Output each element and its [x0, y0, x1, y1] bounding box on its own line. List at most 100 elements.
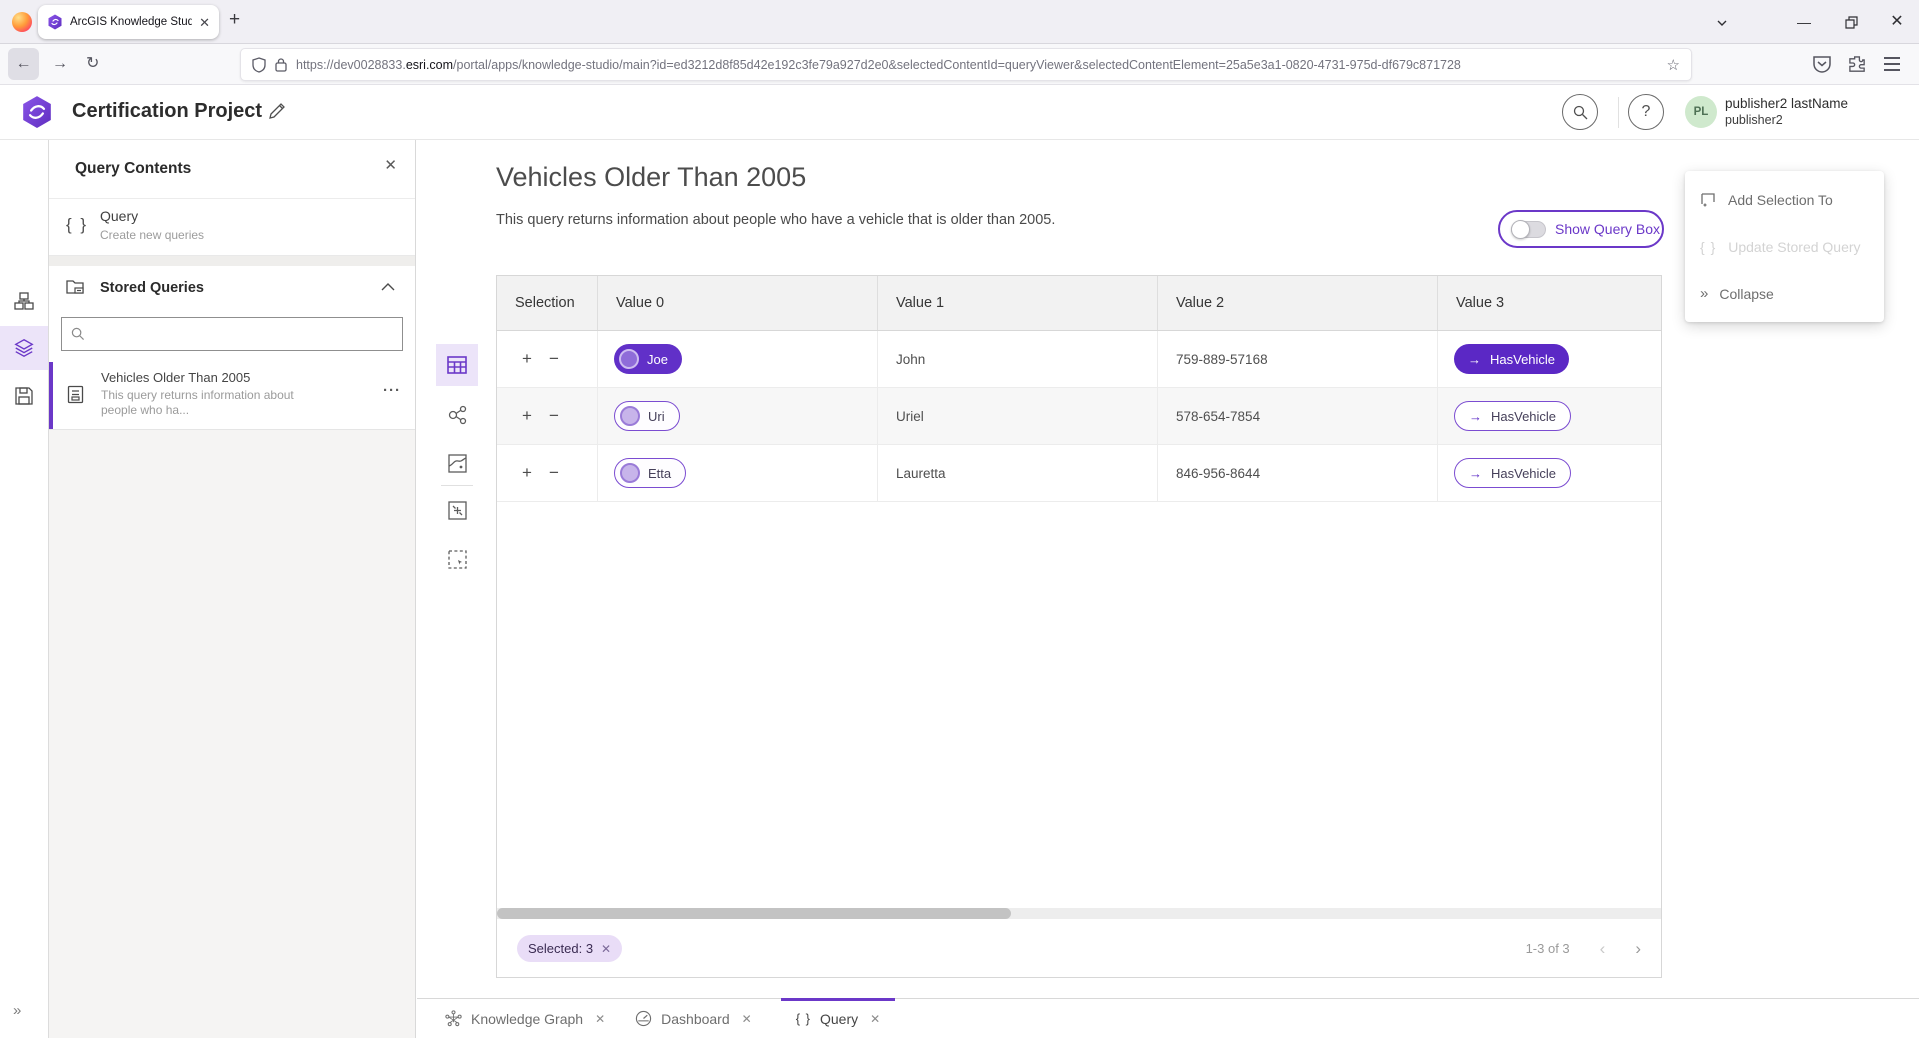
- relationship-pill[interactable]: →HasVehicle: [1454, 401, 1571, 431]
- table-row[interactable]: +− Joe John 759-889-57168 →HasVehicle: [497, 331, 1661, 388]
- hamburger-menu-icon[interactable]: [1884, 57, 1900, 71]
- query-view-title: Vehicles Older Than 2005: [496, 162, 806, 193]
- stored-queries-title: Stored Queries: [100, 280, 204, 296]
- stored-queries-search[interactable]: [61, 317, 403, 351]
- braces-icon: { }: [796, 1011, 811, 1026]
- rail-save-button[interactable]: [0, 374, 48, 418]
- column-header[interactable]: Value 2: [1158, 276, 1438, 330]
- tab-knowledge-graph[interactable]: Knowledge Graph ✕: [430, 999, 620, 1038]
- previous-page-chevron[interactable]: ‹: [1600, 939, 1606, 959]
- column-header[interactable]: Value 1: [878, 276, 1158, 330]
- reload-button[interactable]: ↻: [86, 52, 99, 76]
- tab-query[interactable]: { } Query ✕: [781, 999, 895, 1038]
- shield-icon[interactable]: [252, 57, 266, 73]
- tab-dashboard[interactable]: Dashboard ✕: [620, 999, 767, 1038]
- window-restore-button[interactable]: [1841, 13, 1861, 29]
- menu-item-collapse[interactable]: » Collapse: [1685, 270, 1884, 317]
- extensions-puzzle-icon[interactable]: [1848, 55, 1867, 74]
- avatar[interactable]: PL: [1685, 96, 1717, 128]
- user-name: publisher2 lastName: [1725, 95, 1848, 112]
- rail-contents-button[interactable]: [0, 326, 48, 370]
- query-item-subtitle: Create new queries: [100, 228, 204, 242]
- entity-pill[interactable]: Etta: [614, 458, 686, 488]
- horizontal-scrollbar[interactable]: [497, 908, 1661, 919]
- table-cell[interactable]: Uriel: [878, 388, 1158, 444]
- map-view-button[interactable]: [436, 442, 478, 484]
- firefox-icon[interactable]: [12, 12, 32, 32]
- link-chart-button[interactable]: [436, 394, 478, 436]
- browser-tab[interactable]: ArcGIS Knowledge Studio ✕: [38, 5, 219, 39]
- window-minimize-button[interactable]: —: [1794, 13, 1814, 31]
- help-button[interactable]: ?: [1628, 94, 1664, 130]
- selection-tool-button[interactable]: [436, 538, 478, 580]
- menu-item-update-stored-query[interactable]: { } Update Stored Query: [1685, 223, 1884, 270]
- remove-selection-icon[interactable]: −: [549, 406, 559, 426]
- add-to-map-icon: [448, 501, 467, 520]
- entity-pill[interactable]: Uri: [614, 401, 680, 431]
- edit-pencil-icon[interactable]: [268, 102, 286, 120]
- stored-query-item[interactable]: Vehicles Older Than 2005 This query retu…: [49, 362, 415, 429]
- item-options-ellipsis-icon[interactable]: ···: [383, 382, 401, 399]
- collapse-chevron-up-icon[interactable]: [381, 282, 395, 291]
- table-view-button[interactable]: [436, 344, 478, 386]
- tab-close-icon[interactable]: ✕: [595, 1013, 605, 1025]
- tab-close-icon[interactable]: ✕: [742, 1013, 752, 1025]
- remove-selection-icon[interactable]: −: [549, 349, 559, 369]
- relationship-pill[interactable]: →HasVehicle: [1454, 344, 1569, 374]
- search-button[interactable]: [1562, 94, 1598, 130]
- dashed-selection-icon: [448, 550, 467, 569]
- table-cell[interactable]: John: [878, 331, 1158, 387]
- expand-panel-chevrons[interactable]: »: [13, 1002, 20, 1019]
- entity-pill[interactable]: Joe: [614, 344, 682, 374]
- back-button[interactable]: ←: [8, 48, 39, 80]
- column-header[interactable]: Value 3: [1438, 276, 1661, 330]
- map-icon: [448, 454, 467, 473]
- panel-close-icon[interactable]: ✕: [384, 158, 397, 173]
- new-tab-button[interactable]: +: [229, 9, 240, 31]
- add-selection-to-icon: [1700, 192, 1716, 208]
- next-page-chevron[interactable]: ›: [1635, 939, 1641, 959]
- table-cell[interactable]: 578-654-7854: [1158, 388, 1438, 444]
- show-query-box-toggle[interactable]: Show Query Box: [1498, 210, 1664, 248]
- menu-item-add-selection-to[interactable]: Add Selection To: [1685, 176, 1884, 223]
- remove-selection-icon[interactable]: −: [549, 463, 559, 483]
- query-view-description: This query returns information about peo…: [496, 212, 1055, 228]
- add-selection-icon[interactable]: +: [522, 463, 532, 483]
- user-username: publisher2: [1725, 112, 1783, 129]
- clear-selection-icon[interactable]: ✕: [601, 943, 611, 955]
- column-header[interactable]: Selection: [497, 276, 598, 330]
- table-row[interactable]: +− Etta Lauretta 846-956-8644 →HasVehicl…: [497, 445, 1661, 502]
- tab-list-chevron-icon[interactable]: [1712, 13, 1732, 30]
- relationship-pill[interactable]: →HasVehicle: [1454, 458, 1571, 488]
- url-bar[interactable]: https://dev0028833.esri.com/portal/apps/…: [240, 48, 1692, 81]
- stored-queries-folder-icon: [66, 278, 86, 296]
- rail-data-model-button[interactable]: [0, 279, 48, 323]
- lock-icon[interactable]: [275, 57, 287, 72]
- layers-icon: [13, 337, 35, 359]
- selected-count-chip[interactable]: Selected: 3✕: [517, 935, 622, 962]
- add-to-map-button[interactable]: [436, 489, 478, 531]
- table-cell[interactable]: 759-889-57168: [1158, 331, 1438, 387]
- column-header[interactable]: Value 0: [598, 276, 878, 330]
- table-row[interactable]: +− Uri Uriel 578-654-7854 →HasVehicle: [497, 388, 1661, 445]
- url-text: https://dev0028833.esri.com/portal/apps/…: [296, 58, 1658, 72]
- tab-close-icon[interactable]: ✕: [870, 1013, 880, 1025]
- query-list-item[interactable]: { } Query Create new queries: [49, 199, 415, 256]
- context-menu: Add Selection To { } Update Stored Query…: [1685, 171, 1884, 322]
- toggle-switch[interactable]: [1511, 221, 1546, 238]
- window-close-button[interactable]: ✕: [1887, 13, 1907, 31]
- knowledge-graph-icon: [445, 1010, 462, 1027]
- add-selection-icon[interactable]: +: [522, 349, 532, 369]
- stored-queries-search-input[interactable]: [92, 327, 393, 342]
- pocket-icon[interactable]: [1812, 55, 1832, 74]
- bookmark-star-icon[interactable]: ☆: [1667, 56, 1680, 74]
- tab-title: ArcGIS Knowledge Studio: [70, 16, 192, 28]
- show-query-box-label: Show Query Box: [1555, 221, 1660, 237]
- add-selection-icon[interactable]: +: [522, 406, 532, 426]
- forward-button[interactable]: →: [52, 52, 68, 76]
- screen: ArcGIS Knowledge Studio ✕ + — ✕ ← → ↻ ht…: [0, 0, 1919, 1038]
- table-cell[interactable]: Lauretta: [878, 445, 1158, 501]
- table-cell[interactable]: 846-956-8644: [1158, 445, 1438, 501]
- scrollbar-thumb[interactable]: [497, 908, 1011, 919]
- tab-close-icon[interactable]: ✕: [199, 16, 210, 29]
